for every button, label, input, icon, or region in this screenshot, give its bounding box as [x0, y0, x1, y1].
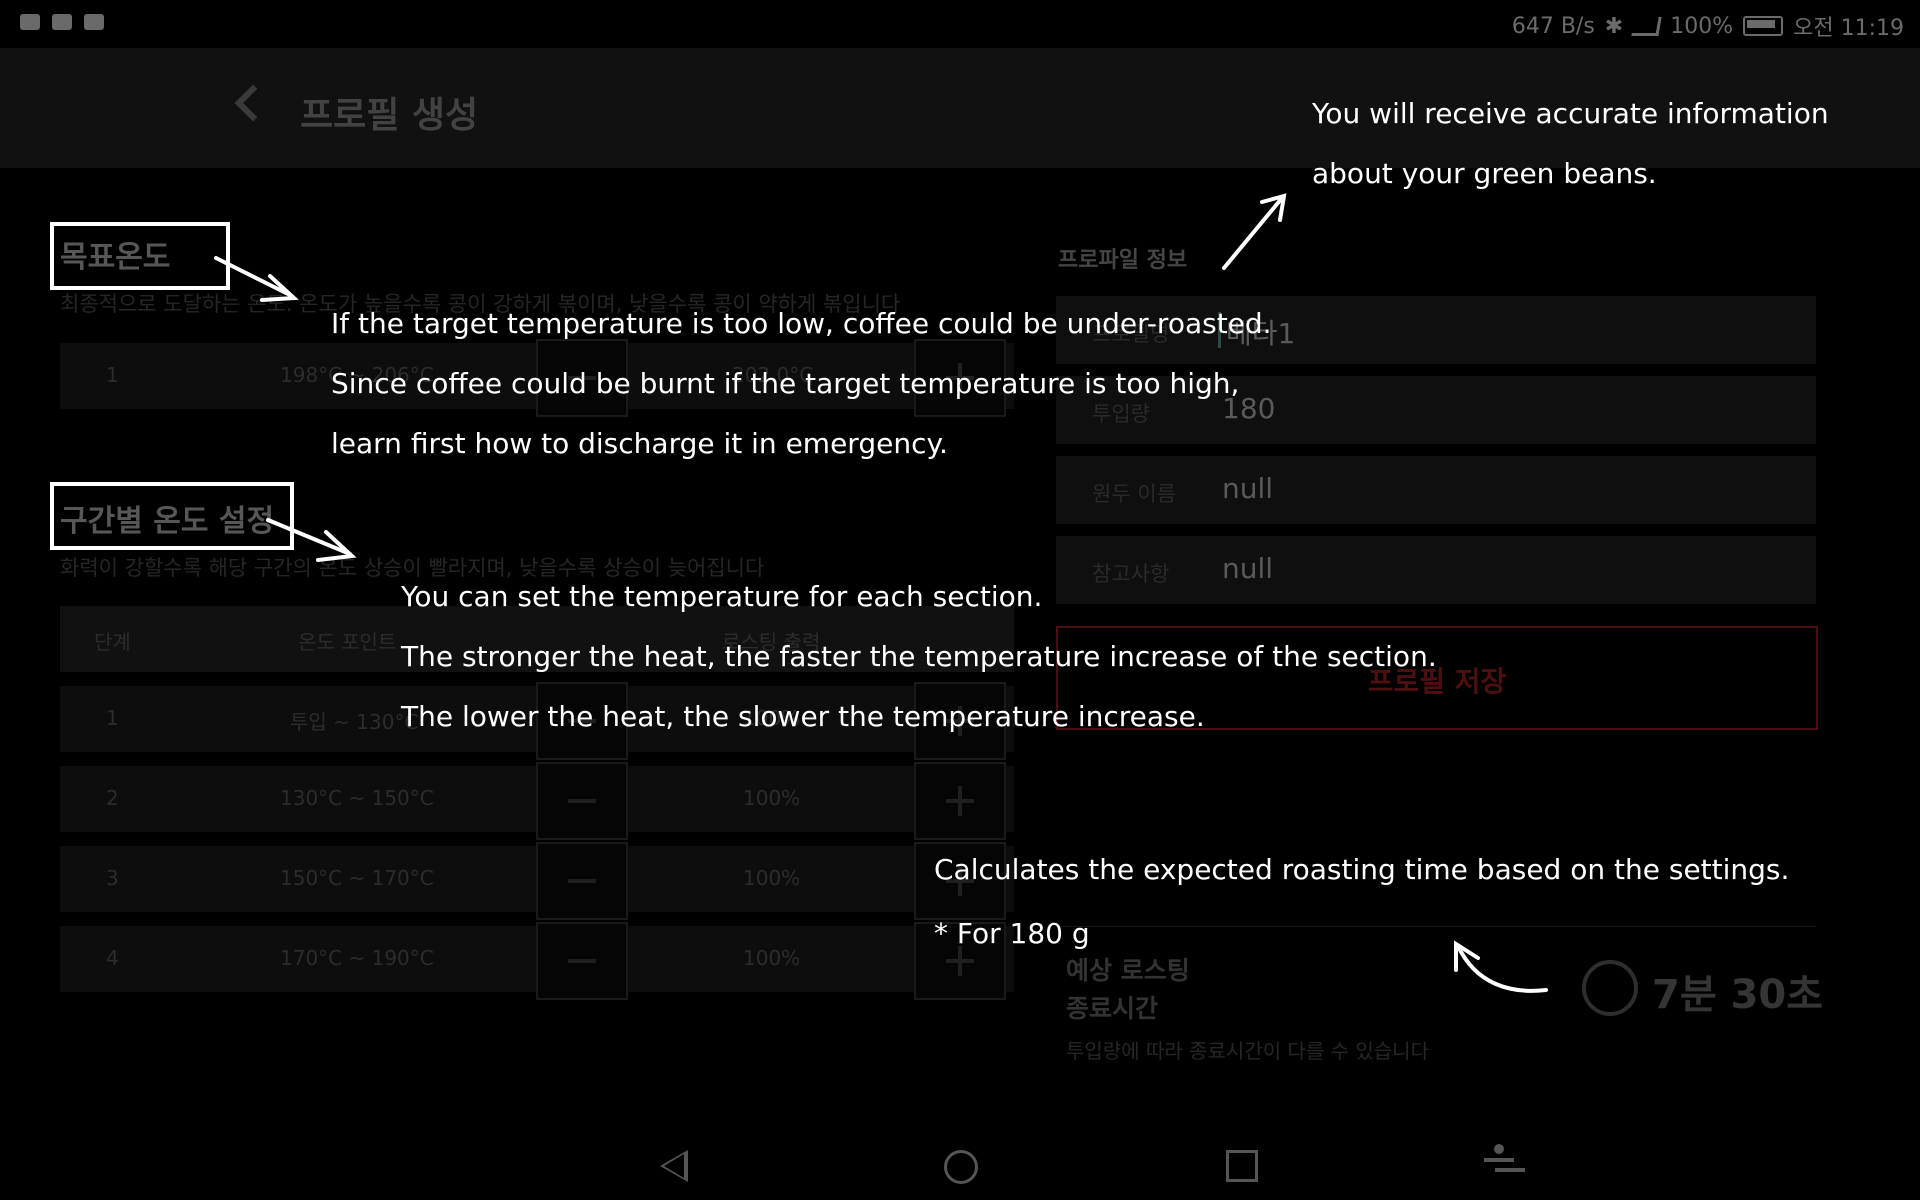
- accessibility-icon[interactable]: [1484, 1144, 1514, 1184]
- step-number: 1: [106, 706, 119, 730]
- nav-recents-icon[interactable]: [1226, 1150, 1258, 1182]
- nav-home-icon[interactable]: [944, 1150, 978, 1184]
- header-step: 단계: [94, 630, 131, 654]
- step-number: 4: [106, 946, 119, 970]
- power-value: 100%: [743, 946, 801, 970]
- net-speed: 647 B/s: [1511, 13, 1595, 39]
- field-label: 원두 이름: [1092, 482, 1176, 506]
- highlight-box-target: [50, 222, 230, 290]
- bean-name-value[interactable]: null: [1222, 472, 1273, 505]
- callout-green-beans: You will receive accurate information ab…: [1312, 84, 1829, 204]
- bluetooth-icon: ✱: [1604, 13, 1624, 39]
- power-value: 100%: [743, 866, 801, 890]
- increase-button[interactable]: [914, 762, 1006, 840]
- nav-back-icon[interactable]: [660, 1150, 688, 1182]
- decrease-button[interactable]: [536, 762, 628, 840]
- arrow-green-beans: [1222, 193, 1287, 270]
- header-temp-point: 온도 포인트: [298, 630, 397, 654]
- temp-range: 150°C ~ 170°C: [280, 866, 434, 890]
- callout-line: Calculates the expected roasting time ba…: [934, 853, 1790, 886]
- status-bar: 647 B/s ✱ 100% 오전 11:19: [0, 0, 1920, 48]
- callout-target-temp: If the target temperature is too low, co…: [331, 294, 1272, 474]
- power-value: 100%: [743, 786, 801, 810]
- callout-line: The stronger the heat, the faster the te…: [401, 640, 1437, 673]
- temp-range: 130°C ~ 150°C: [280, 786, 434, 810]
- notification-icons: [20, 14, 104, 30]
- nav-bar: [0, 1130, 1920, 1200]
- callout-eta: Calculates the expected roasting time ba…: [934, 838, 1789, 966]
- table-row: 4 170°C ~ 190°C 100%: [60, 922, 1014, 1000]
- callout-section-temp: You can set the temperature for each sec…: [401, 567, 1437, 747]
- clock: 오전 11:19: [1793, 16, 1904, 41]
- callout-line: about your green beans.: [1312, 157, 1657, 190]
- decrease-button[interactable]: [536, 922, 628, 1000]
- battery-percent: 100%: [1670, 13, 1734, 39]
- battery-icon: [1743, 16, 1784, 36]
- pencil-icon: [20, 14, 40, 30]
- callout-line: You will receive accurate information: [1312, 97, 1829, 130]
- wifi-icon: [1631, 16, 1662, 36]
- eta-time: 7분 30초: [1652, 972, 1824, 1018]
- decrease-button[interactable]: [536, 842, 628, 920]
- callout-line: The lower the heat, the slower the tempe…: [401, 700, 1205, 733]
- step-number: 2: [106, 786, 119, 810]
- page-title: 프로필 생성: [300, 95, 479, 136]
- callout-line: Since coffee could be burnt if the targe…: [331, 367, 1240, 400]
- status-right: 647 B/s ✱ 100% 오전 11:19: [1512, 10, 1904, 42]
- hourglass-icon: [1582, 960, 1638, 1016]
- table-row: 3 150°C ~ 170°C 100%: [60, 842, 1014, 920]
- highlight-box-section: [50, 482, 294, 550]
- temp-range: 투입 ~ 130°C: [290, 710, 419, 734]
- mail-icon: [84, 14, 104, 30]
- callout-line: If the target temperature is too low, co…: [331, 307, 1272, 340]
- profile-info-title: 프로파일 정보: [1058, 248, 1188, 273]
- callout-line: learn first how to discharge it in emerg…: [331, 427, 948, 460]
- temp-range: 170°C ~ 190°C: [280, 946, 434, 970]
- step-number: 3: [106, 866, 119, 890]
- eta-note: 투입량에 따라 종료시간이 다를 수 있습니다: [1066, 1039, 1429, 1063]
- callout-line: * For 180 g: [934, 917, 1090, 950]
- callout-line: You can set the temperature for each sec…: [401, 580, 1043, 613]
- step-number: 1: [106, 363, 119, 387]
- activity-icon: [52, 14, 72, 30]
- back-arrow-icon[interactable]: [234, 84, 272, 122]
- table-row: 2 130°C ~ 150°C 100%: [60, 762, 1014, 840]
